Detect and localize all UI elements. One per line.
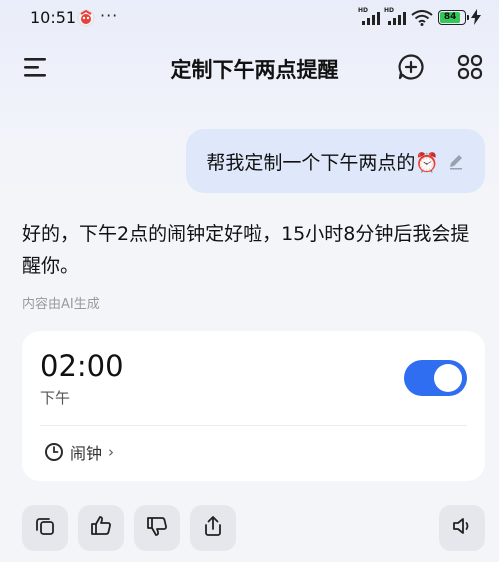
notification-app-icon [77,9,95,27]
battery-level: 84 [440,12,461,23]
clock-icon [44,442,64,462]
status-more-indicator: ··· [100,6,119,25]
thumbs-down-icon [145,514,169,542]
apps-grid-icon[interactable] [456,53,484,85]
read-aloud-button[interactable] [439,505,485,551]
battery-icon: 84 [438,10,469,25]
signal-hd-label: HD [384,7,395,14]
copy-button[interactable] [22,505,68,551]
speaker-icon [450,514,474,542]
signal-icon: HD [358,7,380,25]
user-message-bubble[interactable]: 帮我定制一个下午两点的⏰ [186,129,485,193]
alarm-toggle[interactable] [404,360,467,396]
status-bar: 10:51 ··· HD HD 84 [0,0,499,36]
copy-icon [33,514,57,542]
divider [40,425,467,426]
clock-app-label: 闹钟 [70,444,103,463]
wifi-icon [411,10,433,30]
ai-message-text: 好的，下午2点的闹钟定好啦，15小时8分钟后我会提醒你。 [22,223,470,277]
share-button[interactable] [190,505,236,551]
user-message-text: 帮我定制一个下午两点的⏰ [206,151,439,174]
open-clock-app-link[interactable]: 闹钟 › [44,440,114,464]
signal-hd-label: HD [358,7,369,14]
signal-icon: HD [384,7,406,25]
alarm-card: 02:00 下午 闹钟 › [22,331,485,481]
alarm-period: 下午 [40,389,71,407]
edit-icon[interactable] [447,152,465,170]
toggle-knob [434,364,462,392]
status-time: 10:51 [30,8,77,27]
charging-icon [471,9,481,29]
chat-header: 定制下午两点提醒 [0,44,499,92]
thumbs-up-icon [89,514,113,542]
share-icon [201,514,225,542]
ai-disclaimer: 内容由AI生成 [22,297,100,312]
alarm-time: 02:00 [40,349,124,383]
dislike-button[interactable] [134,505,180,551]
new-chat-icon[interactable] [397,53,425,85]
chevron-right-icon: › [108,443,115,461]
like-button[interactable] [78,505,124,551]
